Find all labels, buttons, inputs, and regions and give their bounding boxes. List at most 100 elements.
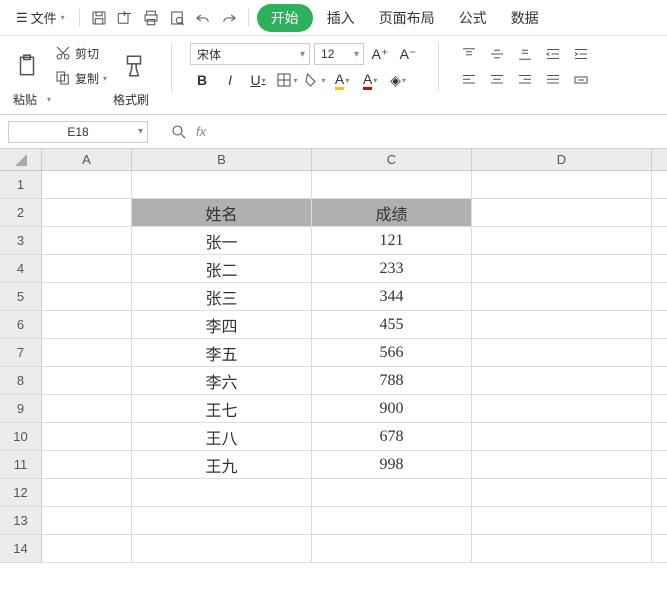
- decrease-indent-button[interactable]: [541, 42, 565, 66]
- cell[interactable]: [472, 507, 652, 534]
- decrease-font-button[interactable]: A⁻: [396, 42, 420, 66]
- merge-button[interactable]: [569, 68, 593, 92]
- cell[interactable]: [472, 339, 652, 366]
- save-as-icon[interactable]: [114, 7, 136, 29]
- align-bottom-button[interactable]: [513, 42, 537, 66]
- cell[interactable]: 王九: [132, 451, 312, 478]
- cell[interactable]: [472, 283, 652, 310]
- cell[interactable]: [132, 479, 312, 506]
- cell[interactable]: [472, 451, 652, 478]
- cell[interactable]: [472, 395, 652, 422]
- col-header-D[interactable]: D: [472, 149, 652, 170]
- row-header[interactable]: 4: [0, 255, 42, 282]
- preview-icon[interactable]: [166, 7, 188, 29]
- row-header[interactable]: 10: [0, 423, 42, 450]
- cell[interactable]: [472, 199, 652, 226]
- hamburger-menu[interactable]: ☰ 文件 ▾: [10, 5, 71, 30]
- tab-insert[interactable]: 插入: [317, 4, 365, 32]
- align-left-button[interactable]: [457, 68, 481, 92]
- cell[interactable]: [42, 171, 132, 198]
- font-name-select[interactable]: 宋体: [190, 43, 310, 65]
- cell[interactable]: [472, 535, 652, 562]
- align-center-button[interactable]: [485, 68, 509, 92]
- cell[interactable]: [42, 451, 132, 478]
- cell[interactable]: [312, 535, 472, 562]
- cell[interactable]: [132, 507, 312, 534]
- cell[interactable]: 张一: [132, 227, 312, 254]
- cell[interactable]: 李五: [132, 339, 312, 366]
- row-header[interactable]: 5: [0, 283, 42, 310]
- name-box[interactable]: E18: [8, 121, 148, 143]
- col-header-A[interactable]: A: [42, 149, 132, 170]
- formula-input[interactable]: [212, 121, 659, 143]
- row-header[interactable]: 9: [0, 395, 42, 422]
- cell[interactable]: 566: [312, 339, 472, 366]
- align-middle-button[interactable]: [485, 42, 509, 66]
- cell[interactable]: [42, 339, 132, 366]
- paste-button[interactable]: [8, 51, 46, 81]
- cell[interactable]: 张二: [132, 255, 312, 282]
- align-right-button[interactable]: [513, 68, 537, 92]
- format-painter-button[interactable]: [115, 51, 153, 81]
- cell[interactable]: [472, 367, 652, 394]
- tab-data[interactable]: 数据: [501, 4, 549, 32]
- select-all-corner[interactable]: [0, 149, 42, 170]
- save-icon[interactable]: [88, 7, 110, 29]
- bold-button[interactable]: B: [190, 68, 214, 92]
- cell[interactable]: [472, 311, 652, 338]
- cell[interactable]: [42, 367, 132, 394]
- italic-button[interactable]: I: [218, 68, 242, 92]
- cell[interactable]: 233: [312, 255, 472, 282]
- fill-color-button[interactable]: ▾: [302, 68, 326, 92]
- row-header[interactable]: 7: [0, 339, 42, 366]
- cell[interactable]: [42, 227, 132, 254]
- row-header[interactable]: 8: [0, 367, 42, 394]
- row-header[interactable]: 13: [0, 507, 42, 534]
- cell[interactable]: 张三: [132, 283, 312, 310]
- print-icon[interactable]: [140, 7, 162, 29]
- cell[interactable]: [42, 283, 132, 310]
- tab-start[interactable]: 开始: [257, 4, 313, 32]
- cell[interactable]: 121: [312, 227, 472, 254]
- copy-button[interactable]: 复制▾: [50, 67, 111, 89]
- cell[interactable]: 788: [312, 367, 472, 394]
- cell[interactable]: [132, 171, 312, 198]
- redo-icon[interactable]: [218, 7, 240, 29]
- increase-font-button[interactable]: A⁺: [368, 42, 392, 66]
- undo-icon[interactable]: [192, 7, 214, 29]
- cell[interactable]: 李六: [132, 367, 312, 394]
- cell[interactable]: 900: [312, 395, 472, 422]
- cell[interactable]: [42, 199, 132, 226]
- row-header[interactable]: 14: [0, 535, 42, 562]
- tab-layout[interactable]: 页面布局: [369, 4, 445, 32]
- align-top-button[interactable]: [457, 42, 481, 66]
- cell[interactable]: [42, 535, 132, 562]
- cell[interactable]: [472, 227, 652, 254]
- cell[interactable]: [42, 507, 132, 534]
- tab-formula[interactable]: 公式: [449, 4, 497, 32]
- justify-button[interactable]: [541, 68, 565, 92]
- font-size-select[interactable]: 12: [314, 43, 364, 65]
- cell[interactable]: 成绩: [312, 199, 472, 226]
- cell[interactable]: 344: [312, 283, 472, 310]
- cell[interactable]: 王七: [132, 395, 312, 422]
- cut-button[interactable]: 剪切: [50, 42, 111, 64]
- cell[interactable]: 455: [312, 311, 472, 338]
- cell[interactable]: 678: [312, 423, 472, 450]
- cell[interactable]: [42, 311, 132, 338]
- row-header[interactable]: 2: [0, 199, 42, 226]
- cell[interactable]: [42, 395, 132, 422]
- phonetic-button[interactable]: ◈▾: [386, 68, 410, 92]
- row-header[interactable]: 11: [0, 451, 42, 478]
- underline-button[interactable]: U▾: [246, 68, 270, 92]
- cell[interactable]: [472, 171, 652, 198]
- search-icon[interactable]: [168, 121, 190, 143]
- highlight-button[interactable]: A▾: [330, 68, 354, 92]
- spreadsheet-grid[interactable]: A B C D 12姓名成绩3张一1214张二2335张三3446李四4557李…: [0, 149, 667, 563]
- cell[interactable]: [472, 255, 652, 282]
- col-header-C[interactable]: C: [312, 149, 472, 170]
- cell[interactable]: [312, 171, 472, 198]
- cell[interactable]: 姓名: [132, 199, 312, 226]
- cell[interactable]: [472, 423, 652, 450]
- cell[interactable]: [42, 479, 132, 506]
